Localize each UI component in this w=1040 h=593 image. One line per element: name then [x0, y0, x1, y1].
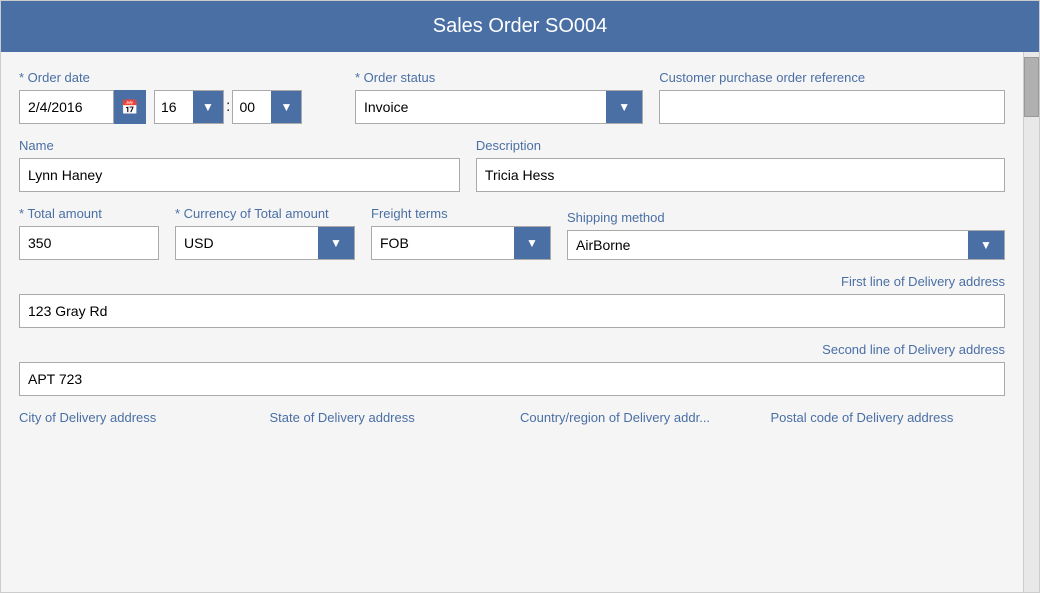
scrollbar[interactable] — [1023, 52, 1039, 592]
city-label: City of Delivery address — [19, 410, 254, 425]
shipping-method-group: Shipping method AirBorne ▼ — [567, 210, 1005, 260]
freight-chevron-button[interactable]: ▼ — [514, 227, 550, 259]
row-address-line2: Second line of Delivery address — [19, 342, 1005, 396]
currency-chevron-button[interactable]: ▼ — [318, 227, 354, 259]
total-amount-label: Total amount — [19, 206, 159, 221]
order-status-chevron-button[interactable]: ▼ — [606, 91, 642, 123]
chevron-down-icon: ▼ — [330, 236, 342, 250]
order-date-group: Order date 📅 ▼ : — [19, 70, 339, 124]
row-name-description: Name Description — [19, 138, 1005, 192]
purchase-ref-label: Customer purchase order reference — [659, 70, 1005, 85]
shipping-method-label: Shipping method — [567, 210, 1005, 225]
minute-input[interactable] — [233, 91, 271, 123]
name-label: Name — [19, 138, 460, 153]
country-label: Country/region of Delivery addr... — [520, 410, 755, 425]
postal-label: Postal code of Delivery address — [771, 410, 1006, 425]
order-status-group: Order status Invoice ▼ — [355, 70, 643, 124]
purchase-ref-group: Customer purchase order reference — [659, 70, 1005, 124]
title-bar: Sales Order SO004 — [1, 1, 1039, 52]
description-input[interactable] — [476, 158, 1005, 192]
order-status-label: Order status — [355, 70, 643, 85]
currency-group: Currency of Total amount USD ▼ — [175, 206, 355, 260]
hour-chevron-button[interactable]: ▼ — [193, 91, 223, 123]
total-amount-group: Total amount — [19, 206, 159, 260]
freight-terms-group: Freight terms FOB ▼ — [371, 206, 551, 260]
chevron-down-icon: ▼ — [281, 100, 293, 114]
description-group: Description — [476, 138, 1005, 192]
hour-select-wrapper: ▼ — [154, 90, 224, 124]
name-group: Name — [19, 138, 460, 192]
minute-chevron-button[interactable]: ▼ — [271, 91, 301, 123]
form-container: Order date 📅 ▼ : — [1, 52, 1023, 592]
shipping-chevron-button[interactable]: ▼ — [968, 231, 1004, 259]
freight-terms-label: Freight terms — [371, 206, 551, 221]
order-date-label: Order date — [19, 70, 339, 85]
order-status-select[interactable]: Invoice — [356, 91, 606, 123]
sales-order-window: Sales Order SO004 Order date 📅 — [0, 0, 1040, 593]
chevron-down-icon: ▼ — [202, 100, 214, 114]
address-line1-label: First line of Delivery address — [841, 274, 1005, 289]
bottom-labels-row: City of Delivery address State of Delive… — [19, 410, 1005, 429]
shipping-method-select[interactable]: AirBorne — [568, 231, 968, 259]
row-address-line1: First line of Delivery address — [19, 274, 1005, 328]
description-label: Description — [476, 138, 1005, 153]
chevron-down-icon: ▼ — [618, 100, 630, 114]
chevron-down-icon: ▼ — [980, 238, 992, 252]
window-title: Sales Order SO004 — [433, 15, 608, 37]
freight-terms-select[interactable]: FOB — [372, 227, 514, 259]
total-amount-input[interactable] — [19, 226, 159, 260]
currency-select[interactable]: USD — [176, 227, 318, 259]
currency-select-wrapper: USD ▼ — [175, 226, 355, 260]
address-line2-label: Second line of Delivery address — [822, 342, 1005, 357]
chevron-down-icon: ▼ — [526, 236, 538, 250]
address-line2-input[interactable] — [19, 362, 1005, 396]
name-input[interactable] — [19, 158, 460, 192]
calendar-button[interactable]: 📅 — [114, 90, 146, 124]
row-totals: Total amount Currency of Total amount US… — [19, 206, 1005, 260]
scrollbar-thumb[interactable] — [1024, 57, 1039, 117]
shipping-select-wrapper: AirBorne ▼ — [567, 230, 1005, 260]
address-line1-input[interactable] — [19, 294, 1005, 328]
date-input[interactable] — [19, 90, 114, 124]
row-order-date-status: Order date 📅 ▼ : — [19, 70, 1005, 124]
freight-select-wrapper: FOB ▼ — [371, 226, 551, 260]
hour-input[interactable] — [155, 91, 193, 123]
purchase-ref-input[interactable] — [659, 90, 1005, 124]
time-colon: : — [224, 98, 232, 116]
calendar-icon: 📅 — [121, 99, 138, 116]
state-label: State of Delivery address — [270, 410, 505, 425]
currency-label: Currency of Total amount — [175, 206, 355, 221]
minute-select-wrapper: ▼ — [232, 90, 302, 124]
order-status-select-wrapper: Invoice ▼ — [355, 90, 643, 124]
order-date-inputs: 📅 ▼ : ▼ — [19, 90, 339, 124]
